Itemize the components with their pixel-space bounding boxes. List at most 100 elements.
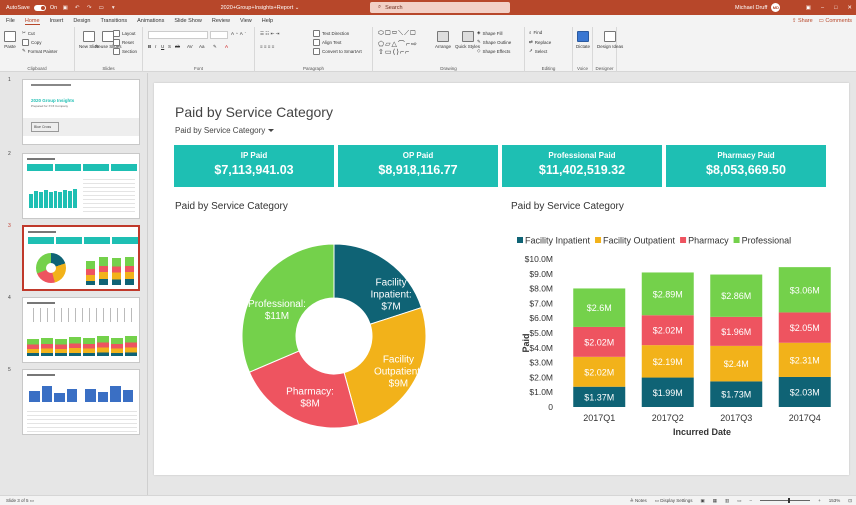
category-dropdown[interactable]: Paid by Service Category: [175, 126, 275, 135]
slide-thumbnail-3[interactable]: [22, 225, 140, 291]
x-tick-label: 2017Q3: [720, 413, 752, 423]
align-icon[interactable]: ≡ ≡ ≡ ≡: [260, 44, 274, 49]
font-name-select[interactable]: [148, 31, 208, 39]
shapes-gallery-row3[interactable]: ⇧▭⟨⟩⌐⌐: [378, 48, 410, 56]
donut-chart-title: Paid by Service Category: [175, 201, 288, 212]
bullets-icon[interactable]: ☰ ☷ ⇤ ⇥: [260, 31, 279, 37]
align-text-button[interactable]: Align Text: [313, 39, 341, 46]
thumbnail-bars: [29, 184, 78, 208]
kpi-label: Pharmacy Paid: [717, 151, 775, 160]
bold-button[interactable]: B: [148, 44, 151, 49]
tab-insert[interactable]: Insert: [50, 18, 64, 24]
donut-chart[interactable]: Facility Inpatient: $7MFacility Outpatient:…: [214, 221, 454, 451]
bar-data-label: $2.03M: [790, 387, 820, 397]
kpi-card-ip[interactable]: IP Paid $7,113,941.03: [174, 145, 334, 187]
slide-sorter-icon[interactable]: ▦: [713, 498, 717, 504]
char-spacing-button[interactable]: AV: [187, 44, 193, 49]
font-color-icon[interactable]: A: [225, 44, 228, 49]
kpi-card-professional[interactable]: Professional Paid $11,402,519.32: [502, 145, 662, 187]
autosave-toggle[interactable]: [33, 4, 46, 11]
normal-view-icon[interactable]: ▣: [700, 498, 704, 504]
slideshow-icon[interactable]: ▭: [737, 498, 741, 504]
y-tick-label: $6.0M: [529, 313, 553, 323]
strikethrough-button[interactable]: ab: [175, 44, 180, 49]
kpi-value: $7,113,941.03: [214, 163, 294, 177]
design-ideas-button[interactable]: Design Ideas: [597, 31, 623, 49]
tab-file[interactable]: File: [6, 18, 15, 24]
tab-home[interactable]: Home: [24, 18, 40, 25]
fit-slide-icon[interactable]: ⊡: [848, 498, 852, 504]
comments-button[interactable]: ▭ Comments: [819, 18, 852, 24]
chevron-down-icon[interactable]: ⌄: [295, 5, 300, 11]
tab-slide-show[interactable]: Slide Show: [174, 18, 202, 24]
shadow-button[interactable]: S: [168, 44, 171, 49]
shapes-gallery[interactable]: ⬭▢▭⟍⟋▢: [378, 30, 417, 38]
ribbon: Paste ✂ Cut Copy ✎ Format Painter Clipboar…: [0, 27, 856, 72]
redo-icon[interactable]: ↷: [85, 5, 93, 11]
y-tick-label: $2.0M: [529, 372, 553, 382]
slide-thumbnail-1[interactable]: 2020 Group Insights Prepared for XYZ Com…: [22, 79, 140, 145]
kpi-card-pharmacy[interactable]: Pharmacy Paid $8,053,669.50: [666, 145, 826, 187]
undo-icon[interactable]: ↶: [73, 5, 81, 11]
avatar[interactable]: MD: [771, 3, 781, 12]
shape-fill-button[interactable]: ◈ Shape Fill: [477, 30, 502, 36]
select-button[interactable]: ➚ Select: [529, 48, 547, 54]
paste-button[interactable]: Paste: [4, 31, 16, 49]
search-input[interactable]: ⌕ Search: [370, 2, 510, 13]
maximize-icon[interactable]: □: [834, 5, 837, 11]
slide-title[interactable]: Paid by Service Category: [175, 104, 333, 120]
reading-view-icon[interactable]: ▥: [725, 498, 729, 504]
zoom-level[interactable]: 153%: [829, 498, 841, 503]
font-group: A ^ Aˇ B I U S ab AV Aa ✎ A Font: [143, 27, 255, 72]
reset-button[interactable]: Reset: [113, 39, 134, 46]
layout-button[interactable]: Layout: [113, 30, 136, 37]
tab-view[interactable]: View: [240, 18, 252, 24]
minimize-icon[interactable]: –: [821, 5, 824, 11]
tab-transitions[interactable]: Transitions: [100, 18, 127, 24]
find-button[interactable]: ⌕ Find: [529, 30, 542, 35]
copy-button[interactable]: Copy: [22, 39, 42, 46]
kpi-card-op[interactable]: OP Paid $8,918,116.77: [338, 145, 498, 187]
ribbon-display-icon[interactable]: ▣: [806, 5, 811, 11]
font-size-select[interactable]: [210, 31, 228, 39]
change-case-button[interactable]: Aa: [199, 44, 205, 49]
italic-button[interactable]: I: [155, 44, 156, 49]
tab-review[interactable]: Review: [212, 18, 230, 24]
layout-icon: [113, 30, 120, 37]
slide-thumbnail-2[interactable]: [22, 153, 140, 219]
accessibility-icon[interactable]: ▭: [30, 498, 34, 503]
tab-animations[interactable]: Animations: [137, 18, 164, 24]
display-settings-button[interactable]: ▭ Display Settings: [655, 498, 693, 504]
customize-toolbar-icon[interactable]: ▾: [109, 5, 117, 11]
arrange-button[interactable]: Arrange: [435, 31, 451, 49]
grow-font-icon[interactable]: A ^ Aˇ: [231, 31, 246, 36]
new-slide-icon: [83, 31, 96, 42]
close-icon[interactable]: ✕: [847, 5, 852, 11]
share-button[interactable]: ⇪ Share: [792, 18, 813, 24]
cut-button[interactable]: ✂ Cut: [22, 30, 35, 36]
tab-design[interactable]: Design: [73, 18, 90, 24]
slide-thumbnail-4[interactable]: [22, 297, 140, 363]
zoom-in-icon[interactable]: +: [818, 498, 821, 503]
ribbon-actions: ⇪ Share ▭ Comments: [792, 18, 852, 24]
format-painter-button[interactable]: ✎ Format Painter: [22, 48, 58, 54]
underline-button[interactable]: U: [161, 44, 164, 49]
convert-smartart-button[interactable]: Convert to SmartArt: [313, 48, 362, 55]
replace-button[interactable]: ⇄ Replace: [529, 39, 551, 45]
slide-thumbnail-5[interactable]: [22, 369, 140, 435]
shape-outline-button[interactable]: ✎ Shape Outline: [477, 39, 511, 45]
zoom-slider[interactable]: [760, 498, 811, 503]
highlight-icon[interactable]: ✎: [213, 44, 217, 50]
slide-canvas[interactable]: Paid by Service Category Paid by Service…: [154, 83, 849, 475]
dictate-button[interactable]: Dictate: [576, 31, 590, 49]
tab-help[interactable]: Help: [262, 18, 273, 24]
shape-effects-button[interactable]: ◇ Shape Effects: [477, 48, 510, 54]
present-icon[interactable]: ▭: [97, 5, 105, 11]
notes-button[interactable]: ≙ Notes: [630, 498, 647, 504]
text-direction-button[interactable]: Text Direction: [313, 30, 349, 37]
user-account[interactable]: Michael Druff MD: [735, 3, 781, 12]
stacked-bar-chart[interactable]: Facility Inpatient Facility Outpatient Pha…: [509, 217, 844, 455]
zoom-out-icon[interactable]: –: [750, 498, 753, 503]
save-icon[interactable]: ▣: [61, 5, 69, 11]
section-button[interactable]: Section: [113, 48, 137, 55]
